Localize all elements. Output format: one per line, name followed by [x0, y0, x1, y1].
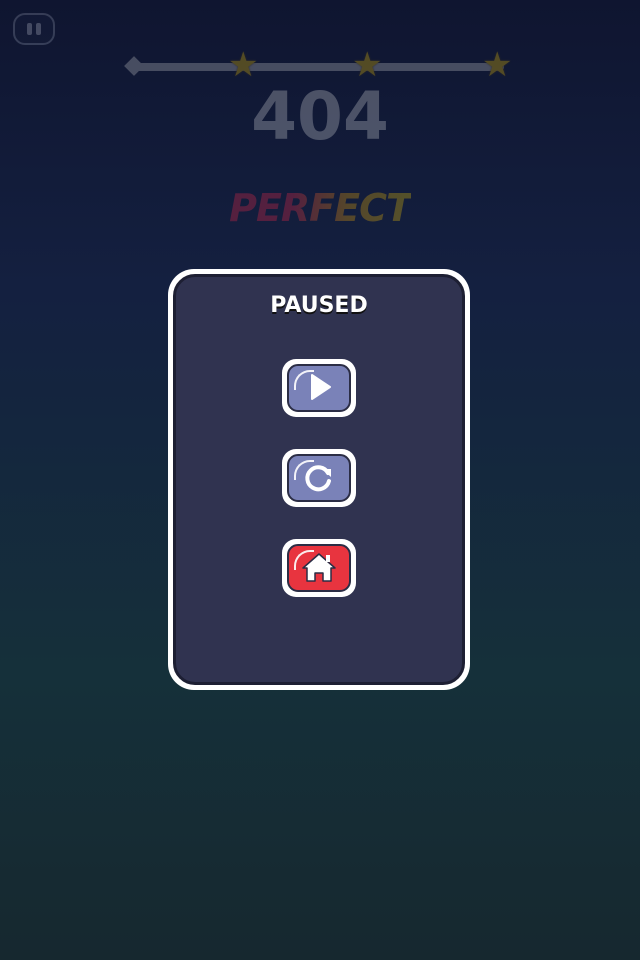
progress-track: [134, 63, 504, 71]
restart-button[interactable]: [282, 449, 356, 507]
star-icon: ★: [228, 45, 259, 85]
home-icon: [302, 553, 336, 582]
home-button[interactable]: [282, 539, 356, 597]
star-icon: ★: [352, 45, 383, 85]
resume-button[interactable]: [282, 359, 356, 417]
play-icon: [311, 374, 331, 400]
pause-icon: [27, 23, 32, 35]
score-counter: 404: [251, 78, 389, 155]
pause-dialog: PAUSED: [168, 269, 470, 690]
grade-label: PERFECT: [229, 186, 412, 230]
restart-icon: [305, 465, 331, 492]
star-icon: ★: [482, 45, 513, 85]
pause-button[interactable]: [13, 13, 55, 45]
progress-start-marker: [124, 56, 144, 76]
dialog-title: PAUSED: [270, 293, 368, 318]
